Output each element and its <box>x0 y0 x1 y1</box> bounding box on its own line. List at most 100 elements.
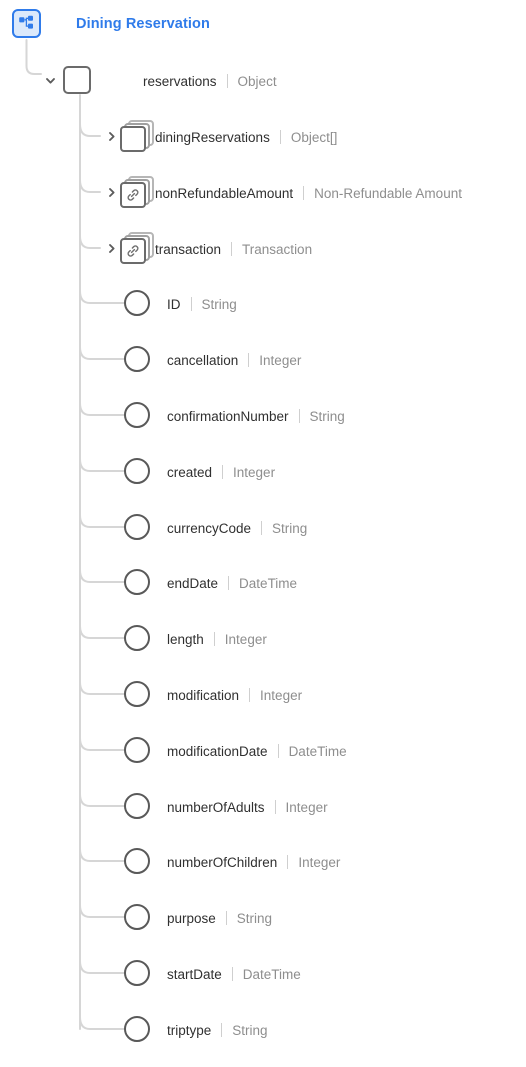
tree-node[interactable]: numberOfAdults Integer <box>124 791 328 821</box>
tree-node[interactable]: modification Integer <box>124 679 302 709</box>
node-labels: transaction Transaction <box>155 240 312 257</box>
tree-node[interactable]: length Integer <box>124 623 267 653</box>
circle-node-icon[interactable] <box>124 848 150 874</box>
node-name[interactable]: nonRefundableAmount <box>155 186 293 201</box>
stack-layer <box>120 182 146 208</box>
node-name[interactable]: length <box>167 632 204 647</box>
node-labels: numberOfChildren Integer <box>167 853 340 870</box>
node-type: DateTime <box>242 966 301 982</box>
node-name[interactable]: modificationDate <box>167 744 268 759</box>
node-labels: confirmationNumber String <box>167 407 345 424</box>
tree-node[interactable]: currencyCode String <box>124 512 307 542</box>
schema-tree-canvas: Dining Reservation reservations Object din… <box>0 0 526 1067</box>
node-name[interactable]: purpose <box>167 911 216 926</box>
page-title: Dining Reservation <box>76 15 210 32</box>
node-type: DateTime <box>239 575 298 591</box>
label-divider <box>221 1022 223 1037</box>
tree-node[interactable]: endDate DateTime <box>124 567 297 597</box>
node-labels: nonRefundableAmount Non-Refundable Amount <box>155 184 462 201</box>
label-divider <box>222 464 224 479</box>
schema-tree-icon[interactable] <box>12 9 41 38</box>
circle-node-icon[interactable] <box>124 402 150 428</box>
label-divider <box>287 854 289 869</box>
label-divider <box>225 910 227 925</box>
tree-node[interactable]: startDate DateTime <box>124 958 301 988</box>
node-name[interactable]: numberOfChildren <box>167 855 277 870</box>
tree-node[interactable]: diningReservations Object[] <box>120 120 337 152</box>
node-labels: ID String <box>167 295 237 312</box>
label-divider <box>231 966 233 981</box>
circle-node-icon[interactable] <box>124 569 150 595</box>
node-type: Integer <box>259 352 302 368</box>
stacked-squares-link-icon[interactable] <box>120 176 154 208</box>
node-type: Integer <box>260 687 303 703</box>
schema-header: Dining Reservation <box>12 9 210 38</box>
node-labels: reservations Object <box>143 72 277 89</box>
square-node-icon[interactable] <box>63 66 91 94</box>
tree-node[interactable]: ID String <box>124 288 237 318</box>
node-type: String <box>272 520 308 536</box>
circle-node-icon[interactable] <box>124 737 150 763</box>
label-divider <box>303 185 305 200</box>
node-name[interactable]: startDate <box>167 967 222 982</box>
stacked-squares-link-icon[interactable] <box>120 232 154 264</box>
node-type: String <box>232 1022 268 1038</box>
node-type: String <box>236 910 273 926</box>
tree-node[interactable]: transaction Transaction <box>120 232 312 264</box>
circle-node-icon[interactable] <box>124 290 150 316</box>
stacked-squares-icon[interactable] <box>120 120 154 152</box>
node-name[interactable]: triptype <box>167 1023 211 1038</box>
tree-node[interactable]: confirmationNumber String <box>124 400 345 430</box>
node-name[interactable]: diningReservations <box>155 130 270 145</box>
node-name[interactable]: transaction <box>155 242 221 257</box>
node-name[interactable]: created <box>167 465 212 480</box>
tree-node[interactable]: triptype String <box>124 1014 268 1044</box>
tree-node[interactable]: purpose String <box>124 902 272 932</box>
label-divider <box>279 129 281 144</box>
tree-node[interactable]: nonRefundableAmount Non-Refundable Amount <box>120 176 462 208</box>
chevron-right-icon[interactable] <box>104 129 118 143</box>
node-name[interactable]: cancellation <box>167 353 238 368</box>
node-name[interactable]: endDate <box>167 576 218 591</box>
chevron-right-icon[interactable] <box>104 241 118 255</box>
stack-layer <box>120 238 146 264</box>
tree-node[interactable]: numberOfChildren Integer <box>124 846 340 876</box>
node-name[interactable]: currencyCode <box>167 521 251 536</box>
label-divider <box>248 352 250 367</box>
node-name[interactable]: numberOfAdults <box>167 800 265 815</box>
chevron-down-icon[interactable] <box>43 73 57 87</box>
circle-node-icon[interactable] <box>124 681 150 707</box>
circle-node-icon[interactable] <box>124 346 150 372</box>
node-name[interactable]: modification <box>167 688 239 703</box>
circle-node-icon[interactable] <box>124 960 150 986</box>
node-labels: modificationDate DateTime <box>167 742 347 759</box>
circle-node-icon[interactable] <box>124 514 150 540</box>
tree-node[interactable]: modificationDate DateTime <box>124 735 347 765</box>
label-divider <box>298 408 300 423</box>
circle-node-icon[interactable] <box>124 904 150 930</box>
node-labels: created Integer <box>167 463 275 480</box>
label-divider <box>231 241 233 256</box>
tree-node-root[interactable]: reservations Object <box>63 65 277 95</box>
node-labels: purpose String <box>167 909 272 926</box>
node-type: Integer <box>224 631 267 647</box>
circle-node-icon[interactable] <box>124 625 150 651</box>
circle-node-icon[interactable] <box>124 458 150 484</box>
chevron-right-icon[interactable] <box>104 185 118 199</box>
circle-node-icon[interactable] <box>124 793 150 819</box>
node-name[interactable]: reservations <box>143 74 217 89</box>
tree-node[interactable]: cancellation Integer <box>124 344 301 374</box>
node-name[interactable]: confirmationNumber <box>167 409 289 424</box>
label-divider <box>213 631 215 646</box>
node-type: String <box>309 408 345 424</box>
tree-node[interactable]: created Integer <box>124 456 275 486</box>
circle-node-icon[interactable] <box>124 1016 150 1042</box>
label-divider <box>274 799 276 814</box>
node-type: DateTime <box>288 743 347 759</box>
label-divider <box>277 743 279 758</box>
node-name[interactable]: ID <box>167 297 181 312</box>
node-labels: currencyCode String <box>167 519 307 536</box>
link-icon <box>127 245 139 257</box>
node-type: Transaction <box>242 241 313 257</box>
label-divider <box>228 575 230 590</box>
